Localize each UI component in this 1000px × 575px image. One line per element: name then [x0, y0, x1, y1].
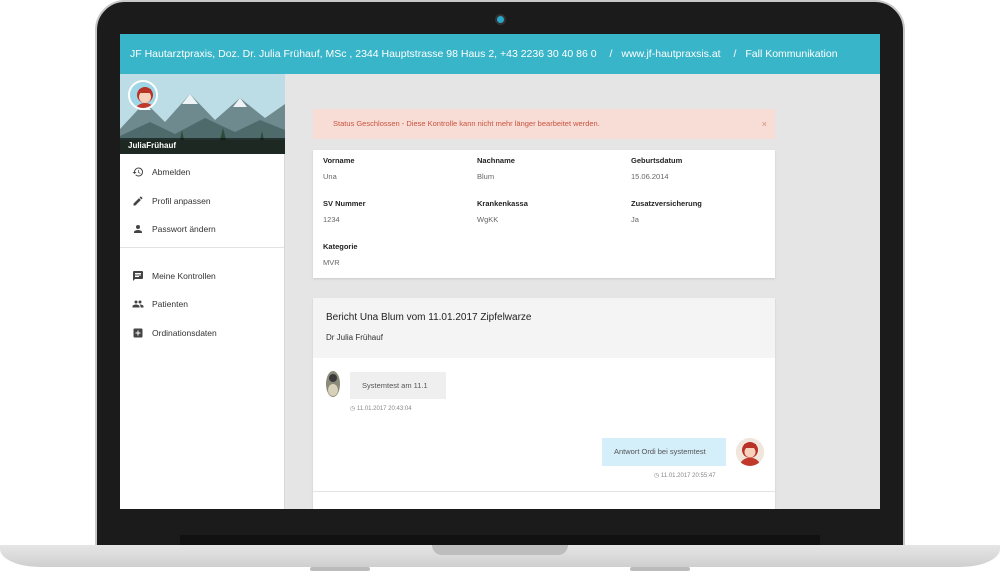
- sidebar-item-passwort[interactable]: Passwort ändern: [120, 215, 284, 244]
- sidebar-item-profil[interactable]: Profil anpassen: [120, 187, 284, 216]
- field-value: Blum: [477, 172, 495, 181]
- laptop-hinge: [180, 535, 820, 545]
- alert-text: Status Geschlossen - Diese Kontrolle kan…: [333, 119, 600, 128]
- doctor-avatar: [736, 438, 764, 466]
- sidebar-menu-bottom: Meine Kontrollen Patienten Ordinationsda…: [120, 258, 284, 348]
- field-value: Ja: [631, 215, 639, 224]
- message-bubble-left: Systemtest am 11.1: [350, 372, 446, 399]
- separator: /: [733, 48, 737, 60]
- camera-dot: [497, 16, 504, 23]
- field-value: Una: [323, 172, 337, 181]
- close-icon[interactable]: ×: [762, 109, 767, 139]
- field-value: 15.06.2014: [631, 172, 669, 181]
- sidebar-menu-top: Abmelden Profil anpassen Passwort ändern: [120, 154, 284, 244]
- sidebar-item-label: Patienten: [152, 299, 188, 310]
- field-label: Vorname: [323, 156, 355, 165]
- avatar[interactable]: [128, 80, 158, 110]
- field-kategorie: Kategorie MVR: [323, 242, 358, 267]
- patient-info-card: Vorname Una Nachname Blum Geburtsdatum 1…: [313, 150, 775, 278]
- field-label: Kategorie: [323, 242, 358, 251]
- clock-icon: ◷: [654, 473, 660, 479]
- message-icon: [132, 270, 144, 282]
- sidebar-item-label: Ordinationsdaten: [152, 327, 217, 338]
- screen: JF Hautarztpraxis, Doz. Dr. Julia Frühau…: [120, 34, 880, 509]
- history-icon: [132, 166, 144, 178]
- pencil-icon: [132, 195, 144, 207]
- message-time-left: ◷ 11.01.2017 20:43:04: [350, 405, 412, 412]
- field-label: SV Nummer: [323, 199, 366, 208]
- field-value: 1234: [323, 215, 340, 224]
- sidebar-item-kontrollen[interactable]: Meine Kontrollen: [120, 262, 284, 291]
- field-label: Nachname: [477, 156, 515, 165]
- field-vorname: Vorname Una: [323, 156, 355, 181]
- menu-divider: [120, 246, 284, 248]
- section-title: Fall Kommunikation: [745, 48, 838, 60]
- sidebar-item-label: Abmelden: [152, 167, 191, 178]
- field-label: Geburtsdatum: [631, 156, 683, 165]
- report-divider: [313, 491, 775, 492]
- laptop-foot: [630, 567, 690, 571]
- sidebar-item-label: Passwort ändern: [152, 224, 216, 235]
- report-author: Dr Julia Frühauf: [326, 333, 383, 342]
- top-header-bar: JF Hautarztpraxis, Doz. Dr. Julia Frühau…: [120, 34, 880, 74]
- sidebar-item-abmelden[interactable]: Abmelden: [120, 158, 284, 187]
- field-geburtsdatum: Geburtsdatum 15.06.2014: [631, 156, 682, 181]
- laptop-foot: [310, 567, 370, 571]
- report-title: Bericht Una Blum vom 11.01.2017 Zipfelwa…: [326, 312, 532, 323]
- website-link[interactable]: www.jf-hautpraxsis.at: [621, 48, 720, 60]
- sidebar-item-label: Meine Kontrollen: [152, 270, 216, 281]
- sender-avatar: [325, 370, 341, 398]
- field-value: MVR: [323, 258, 340, 267]
- field-zusatzversicherung: Zusatzversicherung Ja: [631, 199, 702, 224]
- timestamp: 11.01.2017 20:43:04: [356, 406, 412, 412]
- sidebar: JuliaFrühauf Abmelden Profil anpassen Pa…: [120, 74, 285, 509]
- female-avatar-icon: [130, 82, 156, 108]
- field-label: Zusatzversicherung: [631, 199, 702, 208]
- report-card: Bericht Una Blum vom 11.01.2017 Zipfelwa…: [313, 298, 775, 509]
- sidebar-item-patienten[interactable]: Patienten: [120, 290, 284, 319]
- timestamp: 11.01.2017 20:55:47: [660, 473, 716, 479]
- message-bubble-right: Antwort Ordi bei systemtest: [602, 438, 726, 466]
- sidebar-item-label: Profil anpassen: [152, 195, 211, 206]
- field-label: Krankenkassa: [477, 199, 528, 208]
- plus-box-icon: [132, 327, 144, 339]
- field-value: WgKK: [477, 215, 499, 224]
- clock-icon: ◷: [350, 406, 356, 412]
- field-nachname: Nachname Blum: [477, 156, 515, 181]
- patient-avatar-icon: [326, 371, 340, 397]
- field-krankenkassa: Krankenkassa WgKK: [477, 199, 528, 224]
- separator: /: [609, 48, 613, 60]
- status-alert: Status Geschlossen - Diese Kontrolle kan…: [313, 109, 775, 139]
- female-avatar-icon: [736, 438, 764, 466]
- field-sv-nummer: SV Nummer 1234: [323, 199, 366, 224]
- report-header: Bericht Una Blum vom 11.01.2017 Zipfelwa…: [313, 298, 775, 358]
- sidebar-item-ordinationsdaten[interactable]: Ordinationsdaten: [120, 319, 284, 348]
- profile-banner: JuliaFrühauf: [120, 74, 285, 154]
- practice-info: JF Hautarztpraxis, Doz. Dr. Julia Frühau…: [130, 48, 597, 60]
- message-time-right: ◷ 11.01.2017 20:55:47: [654, 472, 716, 479]
- people-icon: [132, 298, 144, 310]
- profile-name: JuliaFrühauf: [120, 138, 285, 154]
- person-icon: [132, 223, 144, 235]
- laptop-notch: [432, 545, 568, 555]
